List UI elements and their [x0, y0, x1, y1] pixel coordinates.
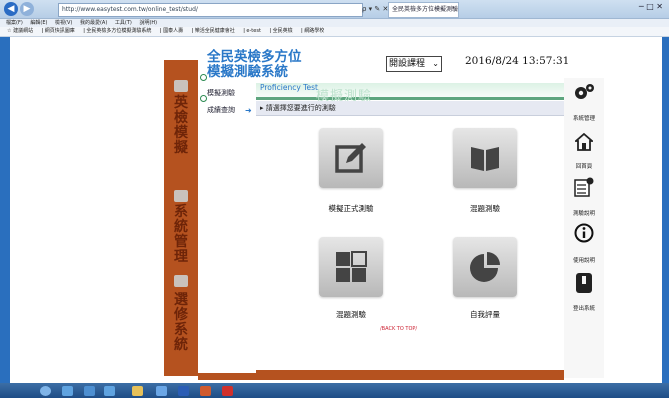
rail-char: 檢 — [174, 110, 188, 126]
self-assessment-label[interactable]: 自我評量 — [440, 309, 530, 320]
menu-help[interactable]: 說明(H) — [139, 20, 157, 26]
back-button[interactable]: ◀ — [4, 2, 18, 16]
system-manage-link[interactable]: 系統管理 — [564, 114, 604, 122]
home-link[interactable]: 回首頁 — [564, 162, 604, 170]
window-icon[interactable] — [156, 386, 167, 396]
rail-char: 修 — [174, 307, 188, 323]
self-assessment-button[interactable] — [453, 237, 517, 297]
pdf-icon[interactable] — [222, 386, 233, 396]
folder-icon[interactable] — [132, 386, 143, 396]
menu-view[interactable]: 檢視(V) — [55, 20, 72, 26]
menu-file[interactable]: 檔案(F) — [6, 20, 23, 26]
course-select[interactable]: 開設課程 ⌄ — [386, 56, 442, 72]
user-guide-link[interactable]: 使用說明 — [564, 256, 604, 264]
box-icon — [174, 275, 188, 287]
rail-char: 英 — [174, 95, 188, 111]
rail-char: 理 — [174, 249, 188, 265]
window-controls[interactable]: ─ □ ✕ — [639, 2, 663, 11]
tiles-icon — [336, 251, 367, 282]
rail-char: 系 — [174, 322, 188, 338]
gears-icon[interactable] — [573, 83, 595, 101]
start-button-icon[interactable] — [40, 386, 51, 396]
ie-icon[interactable] — [84, 386, 95, 396]
checklist-icon[interactable] — [574, 177, 594, 197]
tools-icon — [174, 190, 188, 202]
mixed-test-button[interactable] — [453, 128, 517, 188]
book-icon — [471, 147, 499, 171]
back-to-top-link[interactable]: /BACK TO TOP/ — [380, 326, 417, 332]
book-stack-icon — [174, 80, 188, 92]
formal-test-button[interactable] — [319, 128, 383, 188]
system-title-line2: 模擬測驗系統 — [207, 64, 288, 80]
browser-tab[interactable]: 全民英檢多方位模擬測驗系統 — [388, 2, 459, 18]
subnav-item-mock-test[interactable]: 模擬測驗 — [207, 88, 235, 98]
explorer-icon[interactable] — [104, 386, 115, 396]
test-intro-link[interactable]: 測驗說明 — [564, 209, 604, 217]
section-title-en: Proficiency Test — [260, 83, 318, 92]
random-test-label[interactable]: 混題測驗 — [306, 309, 396, 320]
section-divider — [256, 97, 564, 100]
forward-button[interactable]: ▶ — [20, 2, 34, 16]
course-select-value: 開設課程 — [389, 59, 426, 69]
favorites-bar: ☆ 建議網站 ǀ 網頁快訊圖庫 ǀ 全民英檢多方位模擬測驗系統 ǀ 國泰人壽 ǀ… — [0, 27, 669, 37]
home-icon[interactable] — [575, 133, 593, 151]
browser-menubar: 檔案(F) 編輯(E) 檢視(V) 我的最愛(A) 工具(T) 說明(H) — [0, 19, 669, 27]
subnav-item-score-query[interactable]: 成績查詢 — [207, 105, 235, 115]
address-bar[interactable]: http://www.easytest.com.tw/online_test/s… — [58, 3, 363, 17]
logout-icon[interactable] — [575, 272, 593, 294]
radio-dot-icon — [200, 95, 207, 102]
media-icon[interactable] — [62, 386, 73, 396]
edit-icon — [335, 143, 366, 173]
favorite-link[interactable]: ǀ 全民英檢 — [270, 28, 293, 34]
main-nav-rail: 英 檢 模 擬 系 統 管 理 選 修 系 統 — [164, 60, 198, 376]
info-icon[interactable] — [574, 223, 594, 243]
favorite-link[interactable]: ǀ 網頁快訊圖庫 — [42, 28, 75, 34]
radio-dot-icon — [200, 74, 207, 81]
rail-item-system-admin[interactable]: 系 統 管 理 — [171, 205, 191, 265]
powerpoint-icon[interactable] — [200, 386, 211, 396]
rail-item-mock-test[interactable]: 英 檢 模 擬 — [171, 96, 191, 156]
word-icon[interactable] — [178, 386, 189, 396]
logout-link[interactable]: 登出系統 — [564, 304, 604, 312]
rail-char: 模 — [174, 125, 188, 141]
page-right-margin — [662, 37, 669, 383]
rail-char: 管 — [174, 234, 188, 250]
favorite-link[interactable]: ǀ e-test — [243, 28, 261, 34]
system-title-line1: 全民英檢多方位 — [207, 49, 302, 65]
address-controls[interactable]: ρ ▾ ✎ ✕ — [362, 3, 388, 15]
rail-char: 系 — [174, 204, 188, 220]
instruction-text: ▸ 請選擇您要進行的測驗 — [260, 104, 336, 112]
system-title: 全民英檢多方位 模擬測驗系統 — [207, 50, 302, 80]
rail-char: 統 — [174, 219, 188, 235]
rail-char: 選 — [174, 292, 188, 308]
windows-taskbar — [0, 383, 669, 398]
rail-char: 統 — [174, 337, 188, 353]
menu-edit[interactable]: 編輯(E) — [30, 20, 47, 26]
favorite-link[interactable]: ǀ 網路學校 — [301, 28, 324, 34]
menu-tools[interactable]: 工具(T) — [115, 20, 132, 26]
favorite-link[interactable]: ǀ 國泰人壽 — [160, 28, 183, 34]
favorite-link[interactable]: ☆ 建議網站 — [7, 28, 33, 34]
pie-chart-icon — [470, 252, 500, 282]
mixed-test-label[interactable]: 混題測驗 — [440, 203, 530, 214]
favorite-link[interactable]: ǀ 全民英檢多方位模擬測驗系統 — [83, 28, 151, 34]
rail-char: 擬 — [174, 140, 188, 156]
page-left-margin — [0, 37, 10, 383]
arrow-right-icon: ➜ — [245, 106, 252, 115]
current-datetime: 2016/8/24 13:57:31 — [465, 55, 570, 67]
formal-test-label[interactable]: 模擬正式測驗 — [306, 203, 396, 214]
rail-item-elective[interactable]: 選 修 系 統 — [171, 293, 191, 353]
utility-rail: 系統管理 回首頁 測驗說明 使用說明 登出系統 — [564, 78, 604, 378]
chevron-down-icon: ⌄ — [432, 59, 439, 68]
instruction-bar: ▸ 請選擇您要進行的測驗 — [256, 101, 564, 116]
favorite-link[interactable]: ǀ 樂活全民健康會社 — [192, 28, 235, 34]
random-test-button[interactable] — [319, 237, 383, 297]
menu-favorites[interactable]: 我的最愛(A) — [80, 20, 107, 26]
sub-nav: 模擬測驗 成績查詢 — [198, 74, 256, 373]
